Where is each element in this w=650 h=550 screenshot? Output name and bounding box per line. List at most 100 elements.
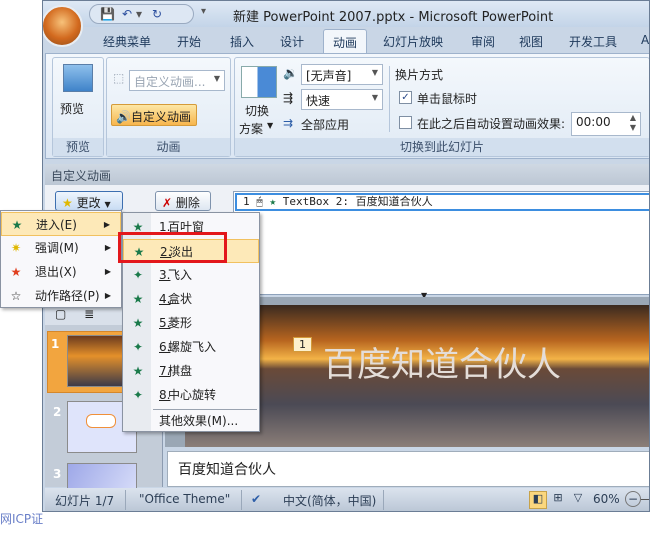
background-text: 网ICP证 (0, 512, 44, 526)
menu-item-motion-path[interactable]: ☆ 动作路径(P) ▶ (1, 284, 121, 308)
divider (241, 490, 242, 510)
button-label: 自定义动画 (130, 110, 191, 124)
animation-tag[interactable]: 1 (293, 337, 312, 352)
menu-item-box[interactable]: ★ 4. 盒状 (123, 287, 259, 311)
menu-item-exit[interactable]: ★ 退出(X) ▶ (1, 260, 121, 284)
tab-insert[interactable]: 插入 (230, 33, 254, 50)
effect-star-icon: ✦ (132, 340, 144, 354)
chevron-down-icon: ▼ (371, 93, 378, 102)
slideshow-view-icon[interactable]: ▽ (569, 491, 587, 509)
menu-item-emphasis[interactable]: ✷ 强调(M) ▶ (1, 236, 121, 260)
submenu-arrow-icon: ▶ (104, 243, 111, 252)
menu-label: 盒状 (168, 292, 193, 306)
theme-name[interactable]: "Office Theme" (139, 492, 230, 506)
advance-slide-title: 换片方式 (395, 68, 444, 82)
change-button[interactable]: ★ 更改 ▼ (55, 191, 123, 211)
menu-item-center-revolve[interactable]: ✦ 8. 中心旋转 (123, 383, 259, 407)
ribbon: 预览 预览 ⬚ 自定义动画... ▼ 🔊自定义动画 动画 切换 方案 ▼ 🔉 [无… (45, 53, 649, 159)
preview-button[interactable]: 预览 (60, 100, 84, 117)
save-icon[interactable]: 💾 (100, 7, 115, 21)
effect-star-icon: ★ (132, 316, 144, 330)
custom-animation-small-icon: ⬚ (113, 71, 125, 85)
apply-all-icon: ⇉ (283, 116, 294, 130)
delete-button[interactable]: ✗ 删除 (155, 191, 211, 211)
menu-item-diamond[interactable]: ★ 5. 菱形 (123, 311, 259, 335)
spinner-icon[interactable]: ▲ ▼ (630, 113, 636, 133)
custom-animation-dropdown[interactable]: 自定义动画... ▼ (129, 70, 225, 91)
divider (125, 490, 126, 510)
dropdown-value: 快速 (306, 94, 331, 108)
menu-label: 动作路径(P) (35, 289, 100, 303)
tab-home[interactable]: 开始 (177, 33, 201, 50)
preview-group: 预览 预览 (52, 57, 104, 157)
emphasis-star-icon: ✷ (10, 241, 22, 255)
tab-view[interactable]: 视图 (519, 33, 543, 50)
button-label: 更改 (76, 196, 101, 210)
tab-animations[interactable]: 动画 (323, 29, 368, 55)
spellcheck-icon[interactable]: ✔ (251, 492, 261, 506)
item-text: TextBox 2: 百度知道合伙人 (282, 195, 433, 208)
auto-after-label[interactable]: 在此之后自动设置动画效果: (417, 115, 565, 132)
zoom-level[interactable]: 60% (593, 492, 620, 506)
tab-design[interactable]: 设计 (280, 33, 304, 50)
auto-after-time-input[interactable]: 00:00 ▲ ▼ (571, 112, 641, 136)
transition-group: 切换 方案 ▼ 🔉 [无声音] ▼ ⇶ 快速 ▼ ⇉ 全部应用 换片方式 ✓ 单击鼠… (234, 57, 649, 157)
dropdown-value: [无声音] (306, 69, 352, 83)
normal-view-icon[interactable]: ◧ (529, 491, 547, 509)
speed-dropdown[interactable]: 快速 ▼ (301, 89, 383, 110)
menu-label: 退出(X) (35, 265, 77, 279)
tab-developer[interactable]: 开发工具 (569, 33, 617, 50)
menu-item-checkerboard[interactable]: ★ 7. 棋盘 (123, 359, 259, 383)
tab-review[interactable]: 审阅 (471, 33, 495, 50)
auto-after-checkbox[interactable] (399, 116, 412, 129)
slide-counter: 幻灯片 1/7 (55, 494, 115, 508)
transition-scheme-icon[interactable] (241, 66, 277, 98)
animation-list-item[interactable]: 1 🖱 ★ TextBox 2: 百度知道合伙人 (235, 193, 649, 211)
transition-scheme-label-1[interactable]: 切换 (245, 102, 269, 119)
effect-star-icon: ✦ (132, 268, 144, 282)
entrance-star-icon: ★ (11, 218, 23, 232)
slides-tab-icon[interactable]: ▢ (55, 307, 66, 321)
custom-animation-button[interactable]: 🔊自定义动画 (111, 104, 197, 126)
menu-item-more-effects[interactable]: 其他效果(M)... (123, 409, 259, 433)
undo-dropdown-icon[interactable]: ▾ (136, 7, 142, 21)
effect-star-icon: ★ (132, 292, 144, 306)
delete-icon: ✗ (162, 196, 173, 210)
menu-item-fly-in[interactable]: ✦ 3. 飞入 (123, 263, 259, 287)
zoom-slider[interactable] (641, 499, 649, 500)
on-click-checkbox[interactable]: ✓ (399, 91, 412, 104)
menu-item-entrance[interactable]: ★ 进入(E) ▶ (1, 212, 121, 236)
dropdown-value: 自定义动画... (134, 75, 206, 89)
animation-list[interactable]: 1 🖱 ★ TextBox 2: 百度知道合伙人 (233, 191, 649, 295)
outline-tab-icon[interactable]: ≣ (84, 307, 94, 321)
menu-item-spiral-in[interactable]: ✦ 6. 螺旋飞入 (123, 335, 259, 359)
menu-label: 螺旋飞入 (168, 340, 217, 354)
notes-pane[interactable]: 百度知道合伙人 (167, 451, 649, 487)
on-click-label[interactable]: 单击鼠标时 (417, 90, 477, 107)
office-button[interactable] (43, 5, 83, 47)
slide-number: 3 (53, 467, 62, 481)
group-label: 动画 (107, 138, 230, 156)
redo-icon[interactable]: ↻ (152, 7, 162, 21)
menu-label: 菱形 (168, 316, 193, 330)
slide-title[interactable]: 百度知道合伙人 (323, 337, 561, 386)
tab-more[interactable]: A (641, 33, 649, 47)
language[interactable]: 中文(简体，中国) (283, 492, 376, 509)
animation-group: ⬚ 自定义动画... ▼ 🔊自定义动画 动画 (106, 57, 231, 157)
preview-icon[interactable] (63, 64, 93, 92)
tab-slideshow[interactable]: 幻灯片放映 (383, 33, 443, 50)
highlight-annotation (118, 232, 227, 263)
menu-label: 棋盘 (168, 364, 193, 378)
chevron-down-icon: ▼ (371, 68, 378, 77)
customize-qat-icon[interactable]: ▾ (201, 6, 206, 17)
zoom-out-icon[interactable]: − (625, 491, 641, 507)
tab-classic-menu[interactable]: 经典菜单 (103, 33, 151, 50)
transition-scheme-label-2[interactable]: 方案 (239, 120, 263, 137)
quick-access-toolbar: 💾 ↶ ▾ ↻ (89, 4, 194, 24)
menu-label: 中心旋转 (168, 388, 217, 402)
chevron-down-icon: ▼ (213, 74, 220, 83)
sound-dropdown[interactable]: [无声音] ▼ (301, 64, 383, 85)
slide-sorter-icon[interactable]: ⊞ (549, 491, 567, 509)
apply-all-button[interactable]: 全部应用 (301, 116, 349, 133)
undo-icon[interactable]: ↶ (122, 7, 132, 21)
